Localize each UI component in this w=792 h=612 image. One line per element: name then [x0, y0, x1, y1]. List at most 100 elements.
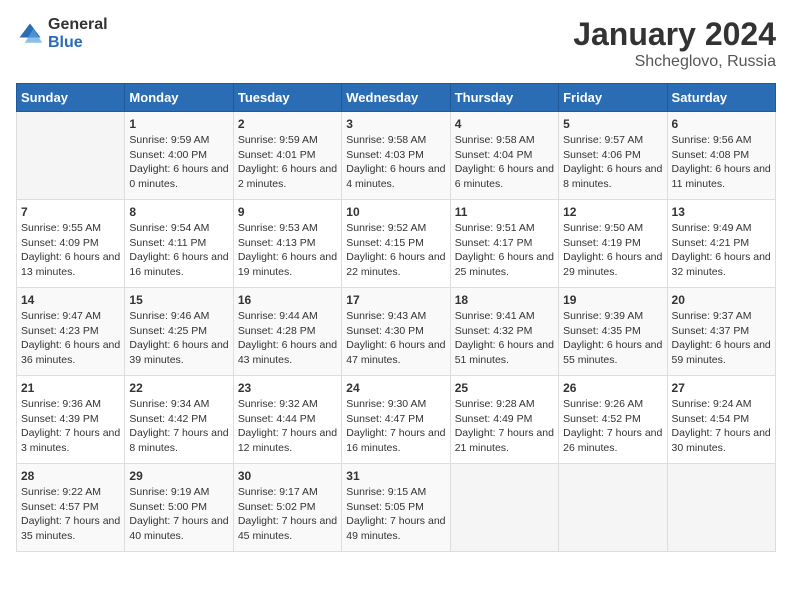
day-info: Sunrise: 9:15 AMSunset: 5:05 PMDaylight:… [346, 485, 445, 544]
day-number: 1 [129, 117, 228, 131]
calendar-cell: 8 Sunrise: 9:54 AMSunset: 4:11 PMDaylight… [125, 200, 233, 288]
day-info: Sunrise: 9:34 AMSunset: 4:42 PMDaylight:… [129, 397, 228, 456]
calendar-cell: 15 Sunrise: 9:46 AMSunset: 4:25 PMDayligh… [125, 288, 233, 376]
calendar-cell: 25 Sunrise: 9:28 AMSunset: 4:49 PMDayligh… [450, 376, 558, 464]
calendar-cell: 9 Sunrise: 9:53 AMSunset: 4:13 PMDaylight… [233, 200, 341, 288]
calendar-table: SundayMondayTuesdayWednesdayThursdayFrid… [16, 83, 776, 552]
day-number: 3 [346, 117, 445, 131]
day-number: 19 [563, 293, 662, 307]
calendar-cell [17, 112, 125, 200]
day-info: Sunrise: 9:58 AMSunset: 4:03 PMDaylight:… [346, 133, 445, 192]
day-info: Sunrise: 9:49 AMSunset: 4:21 PMDaylight:… [672, 221, 771, 280]
weekday-header: Monday [125, 84, 233, 112]
day-number: 10 [346, 205, 445, 219]
day-number: 11 [455, 205, 554, 219]
day-info: Sunrise: 9:36 AMSunset: 4:39 PMDaylight:… [21, 397, 120, 456]
calendar-cell: 1 Sunrise: 9:59 AMSunset: 4:00 PMDaylight… [125, 112, 233, 200]
day-info: Sunrise: 9:50 AMSunset: 4:19 PMDaylight:… [563, 221, 662, 280]
calendar-cell: 10 Sunrise: 9:52 AMSunset: 4:15 PMDayligh… [342, 200, 450, 288]
day-info: Sunrise: 9:41 AMSunset: 4:32 PMDaylight:… [455, 309, 554, 368]
calendar-cell: 17 Sunrise: 9:43 AMSunset: 4:30 PMDayligh… [342, 288, 450, 376]
day-info: Sunrise: 9:54 AMSunset: 4:11 PMDaylight:… [129, 221, 228, 280]
day-info: Sunrise: 9:47 AMSunset: 4:23 PMDaylight:… [21, 309, 120, 368]
calendar-cell: 12Sunrise: 9:50 AMSunset: 4:19 PMDayligh… [559, 200, 667, 288]
day-info: Sunrise: 9:56 AMSunset: 4:08 PMDaylight:… [672, 133, 771, 192]
logo-blue-text: Blue [48, 34, 108, 52]
calendar-cell: 29 Sunrise: 9:19 AMSunset: 5:00 PMDayligh… [125, 464, 233, 552]
day-number: 7 [21, 205, 120, 219]
day-number: 6 [672, 117, 771, 131]
day-number: 31 [346, 469, 445, 483]
day-info: Sunrise: 9:52 AMSunset: 4:15 PMDaylight:… [346, 221, 445, 280]
calendar-week-row: 7 Sunrise: 9:55 AMSunset: 4:09 PMDaylight… [17, 200, 776, 288]
weekday-header: Thursday [450, 84, 558, 112]
calendar-cell [450, 464, 558, 552]
day-info: Sunrise: 9:39 AMSunset: 4:35 PMDaylight:… [563, 309, 662, 368]
day-number: 18 [455, 293, 554, 307]
calendar-cell: 2Sunrise: 9:59 AMSunset: 4:01 PMDaylight… [233, 112, 341, 200]
day-info: Sunrise: 9:30 AMSunset: 4:47 PMDaylight:… [346, 397, 445, 456]
day-number: 17 [346, 293, 445, 307]
day-number: 25 [455, 381, 554, 395]
weekday-header: Tuesday [233, 84, 341, 112]
calendar-cell: 22Sunrise: 9:34 AMSunset: 4:42 PMDayligh… [125, 376, 233, 464]
calendar-cell: 28 Sunrise: 9:22 AMSunset: 4:57 PMDayligh… [17, 464, 125, 552]
day-info: Sunrise: 9:19 AMSunset: 5:00 PMDaylight:… [129, 485, 228, 544]
day-number: 8 [129, 205, 228, 219]
day-info: Sunrise: 9:32 AMSunset: 4:44 PMDaylight:… [238, 397, 337, 456]
day-number: 16 [238, 293, 337, 307]
calendar-cell: 19 Sunrise: 9:39 AMSunset: 4:35 PMDayligh… [559, 288, 667, 376]
calendar-week-row: 21Sunrise: 9:36 AMSunset: 4:39 PMDayligh… [17, 376, 776, 464]
calendar-cell: 20Sunrise: 9:37 AMSunset: 4:37 PMDayligh… [667, 288, 775, 376]
day-info: Sunrise: 9:28 AMSunset: 4:49 PMDaylight:… [455, 397, 554, 456]
calendar-cell [667, 464, 775, 552]
day-info: Sunrise: 9:59 AMSunset: 4:00 PMDaylight:… [129, 133, 228, 192]
calendar-cell: 21Sunrise: 9:36 AMSunset: 4:39 PMDayligh… [17, 376, 125, 464]
day-number: 29 [129, 469, 228, 483]
day-info: Sunrise: 9:26 AMSunset: 4:52 PMDaylight:… [563, 397, 662, 456]
calendar-cell: 16 Sunrise: 9:44 AMSunset: 4:28 PMDayligh… [233, 288, 341, 376]
day-number: 2 [238, 117, 337, 131]
day-number: 9 [238, 205, 337, 219]
calendar-cell: 4 Sunrise: 9:58 AMSunset: 4:04 PMDaylight… [450, 112, 558, 200]
weekday-header-row: SundayMondayTuesdayWednesdayThursdayFrid… [17, 84, 776, 112]
day-info: Sunrise: 9:51 AMSunset: 4:17 PMDaylight:… [455, 221, 554, 280]
calendar-cell: 6 Sunrise: 9:56 AMSunset: 4:08 PMDaylight… [667, 112, 775, 200]
day-number: 27 [672, 381, 771, 395]
day-number: 28 [21, 469, 120, 483]
calendar-week-row: 1 Sunrise: 9:59 AMSunset: 4:00 PMDaylight… [17, 112, 776, 200]
calendar-cell: 23 Sunrise: 9:32 AMSunset: 4:44 PMDayligh… [233, 376, 341, 464]
calendar-cell: 7 Sunrise: 9:55 AMSunset: 4:09 PMDaylight… [17, 200, 125, 288]
day-number: 14 [21, 293, 120, 307]
day-info: Sunrise: 9:22 AMSunset: 4:57 PMDaylight:… [21, 485, 120, 544]
day-info: Sunrise: 9:53 AMSunset: 4:13 PMDaylight:… [238, 221, 337, 280]
weekday-header: Friday [559, 84, 667, 112]
day-number: 26 [563, 381, 662, 395]
calendar-cell: 27 Sunrise: 9:24 AMSunset: 4:54 PMDayligh… [667, 376, 775, 464]
day-info: Sunrise: 9:43 AMSunset: 4:30 PMDaylight:… [346, 309, 445, 368]
calendar-week-row: 14 Sunrise: 9:47 AMSunset: 4:23 PMDayligh… [17, 288, 776, 376]
day-number: 4 [455, 117, 554, 131]
day-info: Sunrise: 9:46 AMSunset: 4:25 PMDaylight:… [129, 309, 228, 368]
day-info: Sunrise: 9:37 AMSunset: 4:37 PMDaylight:… [672, 309, 771, 368]
day-number: 30 [238, 469, 337, 483]
day-info: Sunrise: 9:17 AMSunset: 5:02 PMDaylight:… [238, 485, 337, 544]
day-info: Sunrise: 9:55 AMSunset: 4:09 PMDaylight:… [21, 221, 120, 280]
day-info: Sunrise: 9:58 AMSunset: 4:04 PMDaylight:… [455, 133, 554, 192]
day-info: Sunrise: 9:57 AMSunset: 4:06 PMDaylight:… [563, 133, 662, 192]
calendar-cell: 24 Sunrise: 9:30 AMSunset: 4:47 PMDayligh… [342, 376, 450, 464]
title-area: January 2024 Shcheglovo, Russia [573, 16, 776, 71]
page-header: General Blue January 2024 Shcheglovo, Ru… [16, 16, 776, 71]
calendar-cell: 3 Sunrise: 9:58 AMSunset: 4:03 PMDaylight… [342, 112, 450, 200]
day-info: Sunrise: 9:24 AMSunset: 4:54 PMDaylight:… [672, 397, 771, 456]
day-number: 24 [346, 381, 445, 395]
calendar-cell: 5Sunrise: 9:57 AMSunset: 4:06 PMDaylight… [559, 112, 667, 200]
calendar-week-row: 28 Sunrise: 9:22 AMSunset: 4:57 PMDayligh… [17, 464, 776, 552]
weekday-header: Saturday [667, 84, 775, 112]
day-number: 15 [129, 293, 228, 307]
calendar-cell: 11 Sunrise: 9:51 AMSunset: 4:17 PMDayligh… [450, 200, 558, 288]
month-year-title: January 2024 [573, 16, 776, 53]
day-info: Sunrise: 9:44 AMSunset: 4:28 PMDaylight:… [238, 309, 337, 368]
calendar-cell: 30 Sunrise: 9:17 AMSunset: 5:02 PMDayligh… [233, 464, 341, 552]
day-number: 23 [238, 381, 337, 395]
